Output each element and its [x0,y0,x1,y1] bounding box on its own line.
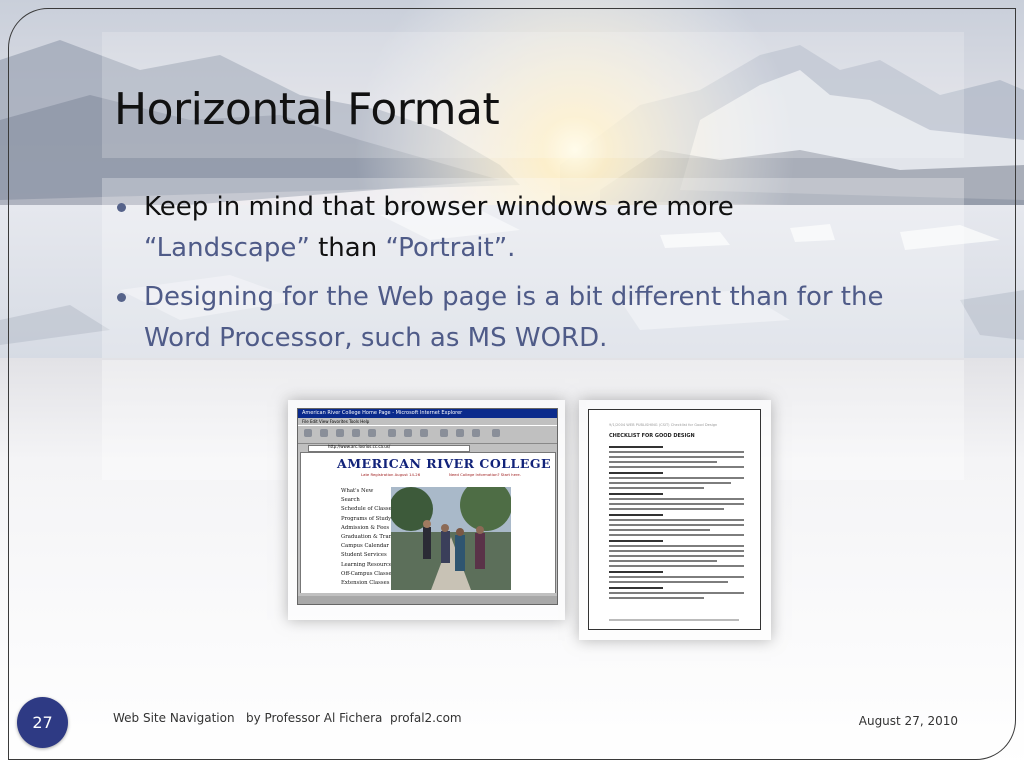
mail-icon [440,429,448,437]
discuss-icon [492,429,500,437]
browser-page: AMERICAN RIVER COLLEGE Late Registration… [300,452,556,594]
browser-toolbar [298,425,557,444]
bullet-highlight: “Portrait”. [385,233,516,263]
favorites-icon [404,429,412,437]
registration-note: Late Registration August 14-26 [361,472,421,477]
browser-menu-bar: File Edit View Favorites Tools Help [302,419,370,424]
history-icon [420,429,428,437]
bullet-item: Keep in mind that browser windows are mo… [114,187,954,269]
edit-icon [472,429,480,437]
search-icon [388,429,396,437]
back-icon [304,429,312,437]
browser-screenshot: American River College Home Page - Micro… [297,408,558,605]
footer-date: August 27, 2010 [858,714,958,728]
browser-address-bar: http://www.arc.losrios.cc.ca.us/ [298,444,557,452]
stop-icon [336,429,344,437]
footer-text: Web Site Navigation by Professor Al Fich… [113,711,462,725]
address-text: http://www.arc.losrios.cc.ca.us/ [328,444,391,449]
document-footer [609,619,739,621]
bullet-list: Keep in mind that browser windows are mo… [114,187,954,367]
home-icon [368,429,376,437]
forward-icon [320,429,328,437]
bullet-text: than [309,233,386,263]
campus-photo [391,487,511,590]
browser-title-bar: American River College Home Page - Micro… [298,409,557,418]
info-note: Need College Information? Start here. [449,472,521,477]
college-logo: AMERICAN RIVER COLLEGE [337,456,552,471]
windows-taskbar [298,596,557,604]
document-header: 9/1/2004 WEB PUBLISHING (CSIT) Checklist… [609,423,718,427]
print-icon [456,429,464,437]
bullet-item: Designing for the Web page is a bit diff… [114,277,954,359]
slide-number-badge: 27 [17,697,68,748]
slide-title: Horizontal Format [114,84,500,135]
document-body-lines [609,442,744,602]
bullet-highlight: “Landscape” [144,233,310,263]
document-screenshot: 9/1/2004 WEB PUBLISHING (CSIT) Checklist… [588,409,761,630]
bullet-text: Designing for the Web page is a bit diff… [144,282,884,353]
bullet-text: Keep in mind that browser windows are mo… [144,192,734,222]
refresh-icon [352,429,360,437]
document-title: CHECKLIST FOR GOOD DESIGN [609,433,695,439]
